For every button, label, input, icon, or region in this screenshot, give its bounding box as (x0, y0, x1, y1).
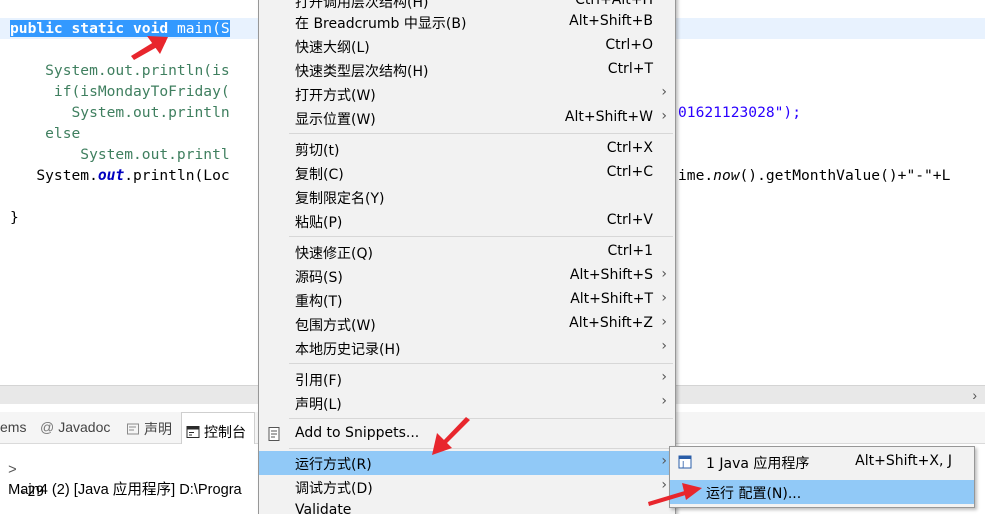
submenu-chevron-icon: › (661, 393, 667, 409)
menu-item-validate[interactable]: Validate (259, 499, 675, 514)
submenu-chevron-icon: › (661, 108, 667, 124)
menu-item-add-to-snippets[interactable]: Add to Snippets... (259, 422, 675, 446)
menu-item-references[interactable]: 引用(F) › (259, 367, 675, 391)
code-line-1[interactable]: public static void main(S (10, 18, 230, 39)
submenu-item-java-application[interactable]: J 1 Java 应用程序 Alt+Shift+X, J (670, 450, 974, 474)
code-line-6[interactable]: System.out.printl (10, 144, 229, 165)
tab-console[interactable]: 控制台 (181, 412, 255, 444)
java-application-icon: J (678, 455, 692, 469)
menu-item-local-history[interactable]: 本地历史记录(H) › (259, 336, 675, 360)
tab-problems[interactable]: ems (0, 419, 26, 435)
code-line-5[interactable]: else (10, 123, 80, 144)
menu-item-cut[interactable]: 剪切(t) Ctrl+X (259, 137, 675, 161)
submenu-chevron-icon: › (661, 314, 667, 330)
menu-item-quick-type-hierarchy[interactable]: 快速类型层次结构(H) Ctrl+T (259, 58, 675, 82)
code-line-2[interactable]: System.out.println(is (10, 60, 230, 81)
svg-text:J: J (681, 460, 684, 469)
menu-item-quick-fix[interactable]: 快速修正(Q) Ctrl+1 (259, 240, 675, 264)
scroll-right-icon[interactable]: › (972, 387, 977, 403)
console-output[interactable]: -29 (2, 468, 44, 500)
menu-item-declarations[interactable]: 声明(L) › (259, 391, 675, 415)
menu-item-copy-qualified-name[interactable]: 复制限定名(Y) (259, 185, 675, 209)
menu-item-show-in-breadcrumb[interactable]: 在 Breadcrumb 中显示(B) Alt+Shift+B (259, 10, 675, 34)
code-line-7-tail[interactable]: ime.now().getMonthValue()+"-"+L (678, 165, 950, 186)
code-line-4-tail[interactable]: 01621123028"); (678, 102, 801, 123)
menu-item-source[interactable]: 源码(S) Alt+Shift+S › (259, 264, 675, 288)
menu-item-paste[interactable]: 粘贴(P) Ctrl+V (259, 209, 675, 233)
menu-separator (289, 448, 673, 449)
context-menu: 打开调用层次结构(H) Ctrl+Alt+H 在 Breadcrumb 中显示(… (258, 0, 676, 514)
submenu-chevron-icon: › (661, 477, 667, 493)
submenu-chevron-icon: › (661, 290, 667, 306)
menu-item-show-in[interactable]: 显示位置(W) Alt+Shift+W › (259, 106, 675, 130)
submenu-chevron-icon: › (661, 369, 667, 385)
menu-item-copy[interactable]: 复制(C) Ctrl+C (259, 161, 675, 185)
menu-separator (289, 133, 673, 134)
menu-item-refactor[interactable]: 重构(T) Alt+Shift+T › (259, 288, 675, 312)
submenu-chevron-icon: › (661, 338, 667, 354)
submenu-chevron-icon: › (661, 84, 667, 100)
run-as-submenu: J 1 Java 应用程序 Alt+Shift+X, J 运行 配置(N)... (669, 446, 975, 508)
menu-item-quick-outline[interactable]: 快速大纲(L) Ctrl+O (259, 34, 675, 58)
menu-item-run-as[interactable]: 运行方式(R) › (259, 451, 675, 475)
code-line-7[interactable]: System.out.println(Loc (10, 165, 229, 186)
code-line-8[interactable]: } (10, 207, 19, 228)
at-sign-icon: @ (40, 419, 55, 435)
console-icon (186, 426, 200, 438)
menu-item-surround-with[interactable]: 包围方式(W) Alt+Shift+Z › (259, 312, 675, 336)
tab-declaration[interactable]: 声明 (126, 419, 172, 439)
tab-javadoc[interactable]: @ Javadoc (40, 419, 110, 435)
submenu-chevron-icon: › (661, 266, 667, 282)
menu-item-open-with[interactable]: 打开方式(W) › (259, 82, 675, 106)
submenu-item-run-configurations[interactable]: 运行 配置(N)... (670, 480, 974, 504)
menu-separator (289, 236, 673, 237)
code-line-4[interactable]: System.out.println (10, 102, 230, 123)
code-line-3[interactable]: if(isMondayToFriday( (10, 81, 230, 102)
menu-separator (289, 418, 673, 419)
declaration-icon (127, 423, 139, 435)
submenu-chevron-icon: › (661, 453, 667, 469)
snippet-icon (268, 427, 280, 441)
menu-item-debug-as[interactable]: 调试方式(D) › (259, 475, 675, 499)
menu-separator (289, 363, 673, 364)
